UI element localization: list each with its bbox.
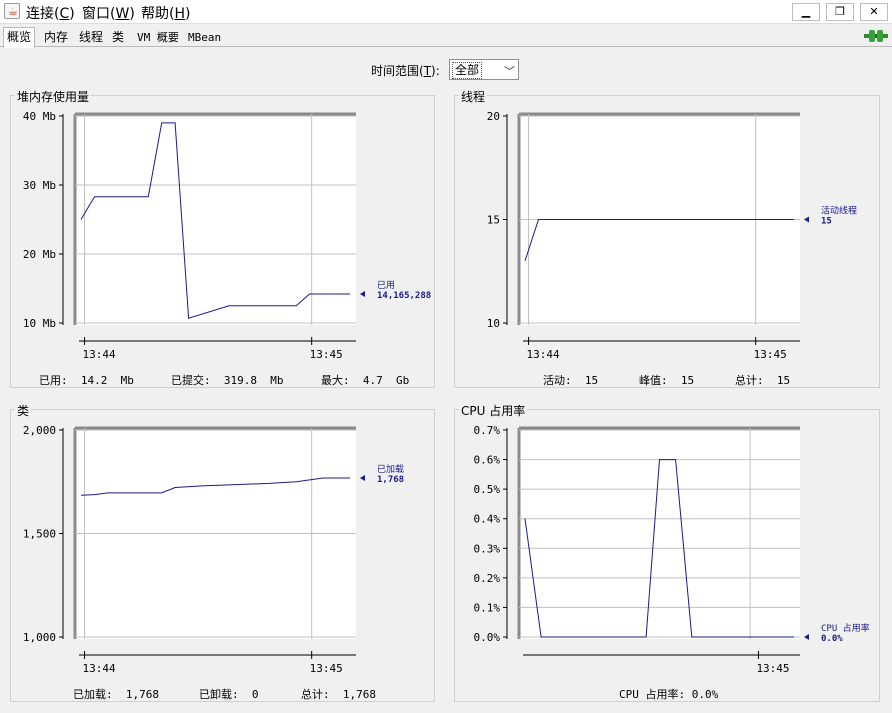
stat-classes-unloaded: 已卸载: 0 <box>199 688 259 701</box>
panel-heap-memory: 堆内存使用量 40 Mb 30 Mb 20 Mb 10 Mb 13:44 13:45 已用 1… <box>10 88 435 388</box>
panel-classes: 类 2,000 1,500 1,000 13:44 13:45 已加载 1,768 已加载:… <box>10 402 435 702</box>
chart-cpu-usage: 0.7% 0.6% 0.5% 0.4% 0.3% 0.2% 0.1% 0.0% 13:45 CPU… <box>474 424 870 675</box>
x-tick-label: 13:44 <box>527 348 560 361</box>
x-tick-label: 13:45 <box>756 662 789 675</box>
panel-threads: 线程 20 15 10 13:44 13:45 活动线程 15 活动: 15 峰值: 15 … <box>454 88 880 388</box>
chart-classes: 2,000 1,500 1,000 13:44 13:45 已加载1,768 <box>23 424 404 675</box>
tab-classes[interactable]: 类 <box>108 27 128 47</box>
plot-area <box>75 114 356 325</box>
stat-classes-total: 总计: 1,768 <box>301 688 376 701</box>
y-tick-label: 0.1% <box>474 601 501 614</box>
legend-marker-icon <box>360 291 365 298</box>
stat-threads-peak: 峰值: 15 <box>639 374 695 387</box>
tab-memory[interactable]: 内存 <box>40 27 72 47</box>
restore-icon: ❐ <box>835 5 845 18</box>
restore-button[interactable]: ❐ <box>826 3 854 21</box>
stat-heap-used: 已用: 14.2 Mb <box>39 374 134 387</box>
y-tick-label: 1,500 <box>23 528 56 541</box>
y-tick-label: 0.7% <box>474 424 501 437</box>
y-tick-label: 0.4% <box>474 513 501 526</box>
close-icon: ✕ <box>869 5 879 18</box>
y-tick-label: 10 <box>487 317 500 330</box>
panel-cpu-usage: CPU 占用率 0.7% 0.6% 0.5% 0.4% 0.3% 0.2% 0.1% 0.0%… <box>454 402 880 702</box>
stat-heap-max: 最大: 4.7 Gb <box>321 374 410 387</box>
tab-overview[interactable]: 概览 <box>3 27 36 48</box>
menu-help[interactable]: 帮助(H) <box>141 3 190 23</box>
y-tick-label: 40 Mb <box>23 110 56 123</box>
chevron-down-icon: ﹀ <box>504 65 515 78</box>
y-tick-label: 2,000 <box>23 424 56 437</box>
tab-vm-summary[interactable]: VM 概要 <box>133 27 183 47</box>
time-range-value: 全部 <box>452 62 483 79</box>
chart-heap-memory: 40 Mb 30 Mb 20 Mb 10 Mb 13:44 13:45 已用14,165,2… <box>23 110 431 361</box>
java-cup-icon: ☕ <box>4 3 20 19</box>
stat-classes-loaded: 已加载: 1,768 <box>73 688 159 701</box>
y-tick-label: 30 Mb <box>23 179 56 192</box>
stat-threads-live: 活动: 15 <box>543 374 599 387</box>
y-tick-label: 0.0% <box>474 631 501 644</box>
stat-cpu-usage: CPU 占用率: 0.0% <box>619 688 719 701</box>
tab-bar: 概览 内存 线程 类 VM 概要 MBean <box>0 27 892 48</box>
x-tick-label: 13:44 <box>83 662 116 675</box>
legend-series-value: 14,165,288 <box>377 291 431 301</box>
x-tick-label: 13:45 <box>310 662 343 675</box>
legend-series-value: 15 <box>821 217 832 227</box>
y-tick-label: 0.3% <box>474 542 501 555</box>
time-range-label: 时间范围(T): <box>371 64 440 78</box>
tab-mbeans[interactable]: MBean <box>184 27 225 47</box>
connected-plug-icon[interactable] <box>864 28 888 44</box>
legend-marker-icon <box>804 634 809 640</box>
menu-connection[interactable]: 连接(C) <box>26 3 75 23</box>
legend-marker-icon <box>360 475 365 482</box>
close-button[interactable]: ✕ <box>860 3 888 21</box>
x-tick-label: 13:45 <box>310 348 343 361</box>
minimize-button[interactable]: ▁ <box>792 3 820 21</box>
tab-threads[interactable]: 线程 <box>75 27 107 47</box>
y-tick-label: 20 Mb <box>23 248 56 261</box>
legend-series-name: 已加载 <box>377 463 404 475</box>
minimize-icon: ▁ <box>801 5 811 18</box>
legend-series-value: 0.0% <box>821 634 843 644</box>
menu-bar: ☕ 连接(C) 窗口(W) 帮助(H) ▁ ❐ ✕ <box>0 0 892 24</box>
x-tick-label: 13:44 <box>83 348 116 361</box>
y-tick-label: 15 <box>487 214 500 227</box>
stat-threads-total: 总计: 15 <box>735 374 791 387</box>
legend-series-value: 1,768 <box>377 475 404 485</box>
chart-threads: 20151013:44 13:45活动线程15 <box>487 110 857 361</box>
legend-marker-icon <box>804 216 809 223</box>
y-tick-label: 20 <box>487 110 500 123</box>
stat-heap-committed: 已提交: 319.8 Mb <box>171 374 284 387</box>
y-tick-label: 0.2% <box>474 572 501 585</box>
time-range-select[interactable]: 全部 ﹀ <box>449 59 519 80</box>
y-tick-label: 1,000 <box>23 631 56 644</box>
legend-series-name: 活动线程 <box>821 205 857 217</box>
menu-window[interactable]: 窗口(W) <box>82 3 135 23</box>
y-tick-label: 0.6% <box>474 454 501 467</box>
y-tick-label: 10 Mb <box>23 317 56 330</box>
legend-series-name: CPU 占用率 <box>821 622 870 634</box>
legend-series-name: 已用 <box>377 280 395 291</box>
x-tick-label: 13:45 <box>754 348 787 361</box>
y-tick-label: 0.5% <box>474 483 501 496</box>
